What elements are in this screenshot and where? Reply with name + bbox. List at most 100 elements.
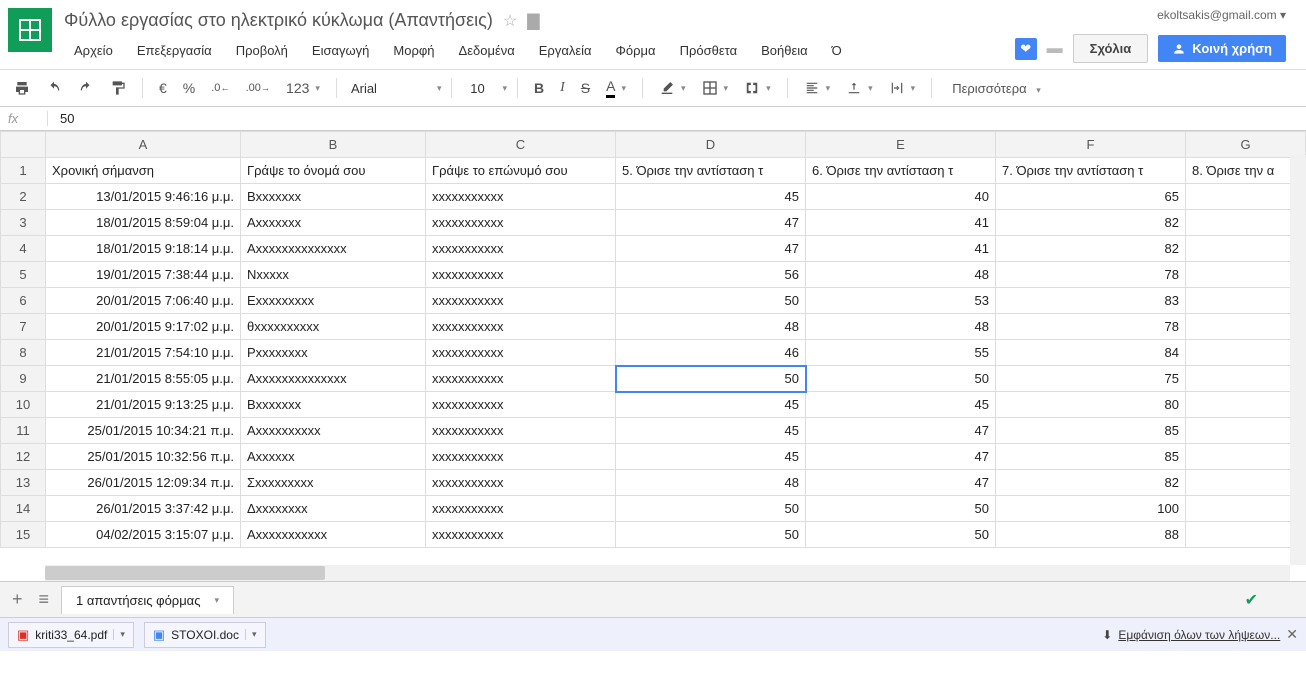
font-select[interactable]: Arial: [347, 79, 427, 98]
cell[interactable]: 82: [996, 210, 1186, 236]
select-all-corner[interactable]: [1, 132, 46, 158]
cell[interactable]: [1186, 418, 1306, 444]
cell[interactable]: Αxxxxxxxxxxxxxx: [241, 366, 426, 392]
cell[interactable]: [1186, 392, 1306, 418]
cell[interactable]: Γράψε το όνομά σου: [241, 158, 426, 184]
row-header[interactable]: 15: [1, 522, 46, 548]
strikethrough-button[interactable]: S: [575, 76, 596, 100]
font-size-select[interactable]: 10: [462, 81, 492, 96]
cell[interactable]: 100: [996, 496, 1186, 522]
cell[interactable]: 50: [616, 522, 806, 548]
star-icon[interactable]: ☆: [503, 11, 517, 31]
cell[interactable]: [1186, 522, 1306, 548]
cell[interactable]: 7. Όρισε την αντίσταση τ: [996, 158, 1186, 184]
cell[interactable]: 21/01/2015 8:55:05 μ.μ.: [46, 366, 241, 392]
cell[interactable]: 84: [996, 340, 1186, 366]
paint-format-icon[interactable]: [104, 76, 132, 100]
cell[interactable]: xxxxxxxxxxx: [426, 392, 616, 418]
folder-icon[interactable]: ▇: [527, 11, 539, 31]
cell[interactable]: 50: [616, 288, 806, 314]
cell[interactable]: 25/01/2015 10:34:21 π.μ.: [46, 418, 241, 444]
cell[interactable]: xxxxxxxxxxx: [426, 522, 616, 548]
menu-item[interactable]: Μορφή: [383, 39, 444, 62]
close-icon[interactable]: ✕: [1286, 626, 1298, 643]
document-title[interactable]: Φύλλο εργασίας στο ηλεκτρικό κύκλωμα (Απ…: [64, 8, 493, 33]
friends-icon[interactable]: ❤: [1015, 38, 1037, 60]
cell[interactable]: Αxxxxxxxxxxxxxx: [241, 236, 426, 262]
cell[interactable]: 8. Όρισε την α: [1186, 158, 1306, 184]
cell[interactable]: xxxxxxxxxxx: [426, 496, 616, 522]
cell[interactable]: Αxxxxxx: [241, 444, 426, 470]
download-item[interactable]: ▣ kriti33_64.pdf ▾: [8, 622, 134, 648]
cell[interactable]: 6. Όρισε την αντίσταση τ: [806, 158, 996, 184]
cell[interactable]: 53: [806, 288, 996, 314]
cell[interactable]: 50: [806, 366, 996, 392]
cell[interactable]: Βxxxxxxx: [241, 184, 426, 210]
all-sheets-button[interactable]: ≡: [35, 585, 54, 614]
row-header[interactable]: 4: [1, 236, 46, 262]
cell[interactable]: xxxxxxxxxxx: [426, 366, 616, 392]
text-wrap-button[interactable]: ▾: [883, 77, 922, 99]
cell[interactable]: xxxxxxxxxxx: [426, 314, 616, 340]
cell[interactable]: Γράψε το επώνυμό σου: [426, 158, 616, 184]
cell[interactable]: Ρxxxxxxxx: [241, 340, 426, 366]
cell[interactable]: xxxxxxxxxxx: [426, 340, 616, 366]
menu-item[interactable]: Προβολή: [226, 39, 298, 62]
row-header[interactable]: 7: [1, 314, 46, 340]
cell[interactable]: 46: [616, 340, 806, 366]
cell[interactable]: 20/01/2015 7:06:40 μ.μ.: [46, 288, 241, 314]
cell[interactable]: [1186, 366, 1306, 392]
borders-button[interactable]: ▾: [696, 76, 735, 100]
cell[interactable]: Βxxxxxxx: [241, 392, 426, 418]
column-header[interactable]: E: [806, 132, 996, 158]
cell[interactable]: 19/01/2015 7:38:44 μ.μ.: [46, 262, 241, 288]
cell[interactable]: 21/01/2015 9:13:25 μ.μ.: [46, 392, 241, 418]
cell[interactable]: xxxxxxxxxxx: [426, 444, 616, 470]
vertical-align-button[interactable]: ▾: [840, 77, 879, 99]
menu-item[interactable]: Βοήθεια: [751, 39, 818, 62]
cell[interactable]: 48: [806, 262, 996, 288]
cell[interactable]: 41: [806, 210, 996, 236]
cell[interactable]: 48: [616, 470, 806, 496]
cell[interactable]: [1186, 314, 1306, 340]
show-all-downloads-link[interactable]: Εμφάνιση όλων των λήψεων...: [1118, 628, 1280, 642]
download-item[interactable]: ▣ STOXOI.doc ▾: [144, 622, 266, 648]
cell[interactable]: 47: [806, 444, 996, 470]
menu-item[interactable]: Επεξεργασία: [127, 39, 222, 62]
menu-item[interactable]: Αρχείο: [64, 39, 123, 62]
cell[interactable]: 04/02/2015 3:15:07 μ.μ.: [46, 522, 241, 548]
chevron-down-icon[interactable]: ▾: [113, 629, 125, 640]
cell[interactable]: [1186, 496, 1306, 522]
cell[interactable]: 50: [616, 366, 806, 392]
cell[interactable]: [1186, 340, 1306, 366]
column-header[interactable]: A: [46, 132, 241, 158]
spreadsheet-grid[interactable]: A B C D E F G 1 Χρονική σήμανση Γράψε το…: [0, 131, 1306, 548]
cell[interactable]: 85: [996, 418, 1186, 444]
cell[interactable]: xxxxxxxxxxx: [426, 236, 616, 262]
cell[interactable]: 41: [806, 236, 996, 262]
cell[interactable]: 55: [806, 340, 996, 366]
row-header[interactable]: 14: [1, 496, 46, 522]
cell[interactable]: 83: [996, 288, 1186, 314]
cell[interactable]: Σxxxxxxxxx: [241, 470, 426, 496]
cell[interactable]: 82: [996, 236, 1186, 262]
row-header[interactable]: 10: [1, 392, 46, 418]
cell[interactable]: 45: [616, 392, 806, 418]
cell[interactable]: xxxxxxxxxxx: [426, 210, 616, 236]
cell[interactable]: Δxxxxxxxx: [241, 496, 426, 522]
sheet-tab[interactable]: 1 απαντήσεις φόρμας▾: [61, 586, 234, 614]
row-header[interactable]: 9: [1, 366, 46, 392]
cell[interactable]: 45: [806, 392, 996, 418]
cell[interactable]: 85: [996, 444, 1186, 470]
row-header[interactable]: 8: [1, 340, 46, 366]
row-header[interactable]: 13: [1, 470, 46, 496]
menu-item[interactable]: Ό: [822, 39, 852, 62]
cell[interactable]: [1186, 236, 1306, 262]
cell[interactable]: xxxxxxxxxxx: [426, 262, 616, 288]
share-button[interactable]: Κοινή χρήση: [1158, 35, 1286, 62]
cell[interactable]: 48: [806, 314, 996, 340]
cell[interactable]: xxxxxxxxxxx: [426, 418, 616, 444]
horizontal-align-button[interactable]: ▾: [798, 77, 837, 99]
cell[interactable]: 50: [806, 522, 996, 548]
increase-decimal-button[interactable]: .00→: [240, 78, 276, 98]
